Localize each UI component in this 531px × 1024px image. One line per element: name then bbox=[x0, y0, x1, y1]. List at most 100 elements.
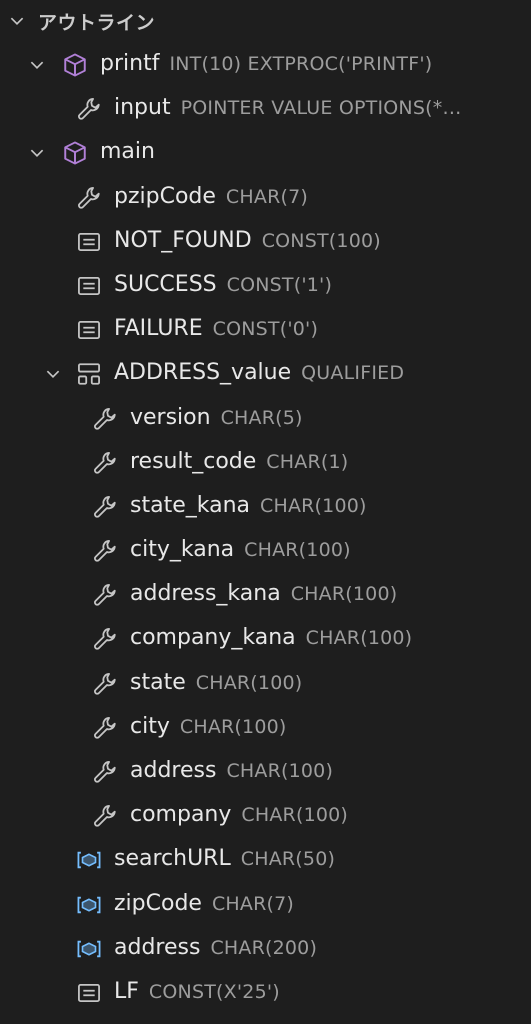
constant-icon bbox=[76, 980, 102, 1006]
outline-item-label: result_code CHAR(1) bbox=[130, 449, 348, 474]
outline-item-company-kana[interactable]: company_kana CHAR(100) bbox=[0, 617, 531, 661]
variable-icon bbox=[76, 847, 102, 873]
outline-item-description: CONST(100) bbox=[261, 229, 381, 252]
outline-item-name: address_kana bbox=[130, 581, 281, 607]
outline-item-label: state CHAR(100) bbox=[130, 670, 302, 695]
wrench-icon bbox=[92, 671, 118, 697]
outline-item-failure[interactable]: FAILURE CONST('0') bbox=[0, 308, 531, 352]
constant-icon bbox=[76, 273, 102, 299]
outline-item-name: address bbox=[130, 758, 217, 783]
outline-item-label: NOT_FOUND CONST(100) bbox=[114, 228, 381, 253]
chevron-down-icon[interactable] bbox=[44, 365, 62, 383]
outline-item-description: QUALIFIED bbox=[301, 362, 405, 385]
outline-item-description: CONST(X'25') bbox=[148, 980, 280, 1003]
wrench-icon bbox=[92, 626, 118, 652]
outline-item-description: CHAR(100) bbox=[244, 539, 351, 562]
outline-item-description: CHAR(100) bbox=[290, 583, 398, 606]
outline-item-label: city_kana CHAR(100) bbox=[130, 537, 351, 562]
outline-item-version[interactable]: version CHAR(5) bbox=[0, 397, 531, 441]
wrench-icon bbox=[76, 185, 102, 211]
chevron-down-icon[interactable] bbox=[28, 144, 46, 162]
outline-item-company[interactable]: company CHAR(100) bbox=[0, 794, 531, 838]
outline-item-result-code[interactable]: result_code CHAR(1) bbox=[0, 441, 531, 485]
outline-item-zipcode[interactable]: zipCode CHAR(7) bbox=[0, 883, 531, 927]
outline-item-name: company bbox=[130, 802, 232, 828]
outline-item-description: CHAR(100) bbox=[260, 494, 367, 517]
outline-item-address[interactable]: address CHAR(100) bbox=[0, 750, 531, 794]
outline-item-city[interactable]: city CHAR(100) bbox=[0, 706, 531, 750]
outline-item-description: CHAR(7) bbox=[211, 892, 295, 915]
outline-item-printf[interactable]: printf INT(10) EXTPROC('PRINTF') bbox=[0, 43, 531, 87]
outline-item-address-value[interactable]: ADDRESS_value QUALIFIED bbox=[0, 352, 531, 396]
outline-item-name: address bbox=[114, 934, 201, 960]
outline-item-description: CHAR(50) bbox=[240, 848, 336, 871]
outline-item-success[interactable]: SUCCESS CONST('1') bbox=[0, 264, 531, 308]
constant-icon bbox=[76, 317, 102, 343]
variable-icon bbox=[76, 936, 102, 962]
outline-item-label: address_kana CHAR(100) bbox=[130, 581, 397, 606]
outline-item-label: pzipCode CHAR(7) bbox=[114, 184, 308, 209]
wrench-icon bbox=[92, 538, 118, 564]
outline-item-name: NOT_FOUND bbox=[114, 227, 252, 253]
wrench-icon bbox=[92, 582, 118, 608]
outline-item-name: input bbox=[114, 95, 171, 121]
outline-item-address[interactable]: address CHAR(200) bbox=[0, 927, 531, 971]
cube-icon bbox=[62, 140, 88, 166]
wrench-icon bbox=[92, 803, 118, 829]
outline-title: アウトライン bbox=[38, 12, 156, 34]
outline-item-description: CHAR(100) bbox=[195, 671, 303, 694]
outline-item-label: address CHAR(200) bbox=[114, 935, 317, 960]
wrench-icon bbox=[92, 494, 118, 520]
cube-icon bbox=[62, 52, 88, 78]
outline-item-label: searchURL CHAR(50) bbox=[114, 846, 335, 871]
outline-item-lf[interactable]: LF CONST(X'25') bbox=[0, 971, 531, 1015]
outline-item-city-kana[interactable]: city_kana CHAR(100) bbox=[0, 529, 531, 573]
outline-tree: printf INT(10) EXTPROC('PRINTF') input POIN… bbox=[0, 43, 531, 1015]
constant-icon bbox=[76, 229, 102, 255]
outline-item-label: zipCode CHAR(7) bbox=[114, 891, 294, 916]
outline-item-name: state_kana bbox=[130, 492, 250, 518]
outline-item-description: CHAR(7) bbox=[225, 185, 308, 208]
outline-item-name: pzipCode bbox=[114, 183, 216, 209]
outline-item-name: city_kana bbox=[130, 537, 235, 563]
outline-item-label: printf INT(10) EXTPROC('PRINTF') bbox=[100, 51, 432, 76]
variable-icon bbox=[76, 892, 102, 918]
outline-header[interactable]: アウトライン bbox=[0, 0, 531, 40]
outline-item-state-kana[interactable]: state_kana CHAR(100) bbox=[0, 485, 531, 529]
outline-item-description: CHAR(100) bbox=[226, 760, 334, 782]
outline-item-description: INT(10) EXTPROC('PRINTF') bbox=[169, 53, 433, 75]
outline-item-description: CONST('1') bbox=[226, 273, 333, 296]
outline-item-description: CHAR(100) bbox=[179, 715, 287, 738]
outline-item-label: input POINTER VALUE OPTIONS(*… bbox=[114, 95, 462, 120]
outline-item-description: CHAR(100) bbox=[305, 627, 413, 650]
outline-item-name: zipCode bbox=[114, 890, 202, 916]
outline-item-input[interactable]: input POINTER VALUE OPTIONS(*… bbox=[0, 87, 531, 131]
outline-item-label: LF CONST(X'25') bbox=[114, 979, 280, 1004]
outline-item-name: city bbox=[130, 713, 170, 739]
outline-item-name: ADDRESS_value bbox=[114, 360, 292, 386]
outline-item-name: searchURL bbox=[114, 846, 231, 872]
outline-item-label: company CHAR(100) bbox=[130, 802, 348, 827]
outline-item-name: LF bbox=[114, 978, 139, 1004]
outline-item-description: CHAR(200) bbox=[210, 936, 318, 959]
outline-item-description: CHAR(5) bbox=[220, 406, 303, 429]
outline-item-state[interactable]: state CHAR(100) bbox=[0, 662, 531, 706]
chevron-down-icon[interactable] bbox=[28, 56, 46, 74]
outline-item-address-kana[interactable]: address_kana CHAR(100) bbox=[0, 573, 531, 617]
outline-item-label: ADDRESS_value QUALIFIED bbox=[114, 360, 404, 385]
outline-item-label: company_kana CHAR(100) bbox=[130, 625, 412, 650]
outline-item-pzipcode[interactable]: pzipCode CHAR(7) bbox=[0, 176, 531, 220]
outline-item-name: state bbox=[130, 669, 186, 695]
outline-item-name: FAILURE bbox=[114, 316, 203, 342]
outline-item-label: SUCCESS CONST('1') bbox=[114, 272, 332, 297]
chevron-down-icon[interactable] bbox=[8, 12, 26, 30]
outline-item-name: printf bbox=[100, 51, 160, 76]
wrench-icon bbox=[92, 450, 118, 476]
outline-item-label: state_kana CHAR(100) bbox=[130, 493, 367, 518]
outline-item-label: address CHAR(100) bbox=[130, 758, 333, 783]
outline-item-name: company_kana bbox=[130, 625, 296, 651]
outline-item-main[interactable]: main bbox=[0, 131, 531, 175]
outline-item-searchurl[interactable]: searchURL CHAR(50) bbox=[0, 838, 531, 882]
struct-icon bbox=[76, 361, 102, 387]
outline-item-not-found[interactable]: NOT_FOUND CONST(100) bbox=[0, 220, 531, 264]
